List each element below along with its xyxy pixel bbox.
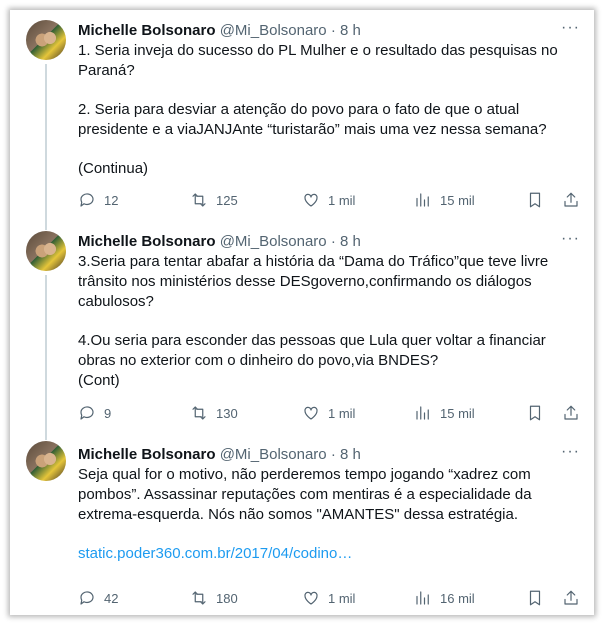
reply-icon	[80, 193, 94, 207]
bookmark-icon	[529, 192, 541, 208]
thread-line	[45, 435, 47, 440]
tweet-text: 1. Seria inveja do sucesso do PL Mulher …	[78, 41, 578, 179]
tweet-paragraph: 4.Ou seria para esconder das pessoas que…	[78, 332, 546, 369]
tweet-thread: Michelle Bolsonaro @Mi_Bolsonaro · 8 h ·…	[10, 10, 594, 615]
tweet-paragraph: 1. Seria inveja do sucesso do PL Mulher …	[78, 42, 558, 79]
retweet-count: 180	[216, 590, 238, 606]
author-handle[interactable]: @Mi_Bolsonaro	[220, 22, 327, 39]
share-button[interactable]	[562, 402, 580, 424]
retweet-button[interactable]: 130	[190, 402, 238, 424]
bookmark-button[interactable]	[526, 402, 544, 424]
separator: ·	[326, 22, 340, 39]
tweet-link[interactable]: static.poder360.com.br/2017/04/codino…	[78, 544, 578, 564]
tweet-header: Michelle Bolsonaro @Mi_Bolsonaro · 8 h	[78, 21, 361, 41]
tweet-paragraph: 2. Seria para desviar a atenção do povo …	[78, 101, 547, 138]
separator: ·	[326, 446, 340, 463]
tweet-header: Michelle Bolsonaro @Mi_Bolsonaro · 8 h	[78, 232, 361, 252]
views-button[interactable]: 16 mil	[414, 587, 475, 609]
timestamp[interactable]: 8 h	[340, 446, 361, 463]
tweet-paragraph: 3.Seria para tentar abafar a história da…	[78, 253, 549, 310]
retweet-count: 130	[216, 405, 238, 421]
timestamp[interactable]: 8 h	[340, 233, 361, 250]
more-options-icon[interactable]: ···	[561, 443, 580, 461]
reply-count: 9	[104, 405, 112, 421]
tweet[interactable]: Michelle Bolsonaro @Mi_Bolsonaro · 8 h ·…	[10, 225, 594, 435]
timestamp[interactable]: 8 h	[340, 22, 361, 39]
heart-icon	[304, 406, 318, 420]
more-options-icon[interactable]: ···	[561, 230, 580, 248]
avatar[interactable]	[26, 441, 66, 481]
more-options-icon[interactable]: ···	[561, 19, 580, 37]
reply-icon	[80, 591, 94, 605]
tweet-paragraph: (Cont)	[78, 372, 120, 389]
author-name[interactable]: Michelle Bolsonaro	[78, 233, 216, 250]
reply-button[interactable]: 12	[78, 189, 118, 211]
retweet-button[interactable]: 180	[190, 587, 238, 609]
view-count: 15 mil	[440, 192, 475, 208]
tweet-paragraph: Seja qual for o motivo, não perderemos t…	[78, 466, 532, 523]
retweet-count: 125	[216, 192, 238, 208]
bookmark-button[interactable]	[526, 189, 544, 211]
reply-button[interactable]: 42	[78, 587, 118, 609]
thread-line	[45, 225, 47, 230]
like-count: 1 mil	[328, 192, 356, 208]
bookmark-button[interactable]	[526, 587, 544, 609]
retweet-icon	[192, 406, 206, 420]
reply-button[interactable]: 9	[78, 402, 111, 424]
avatar[interactable]	[26, 20, 66, 60]
tweet[interactable]: Michelle Bolsonaro @Mi_Bolsonaro · 8 h ·…	[10, 10, 594, 225]
views-button[interactable]: 15 mil	[414, 402, 475, 424]
tweet-header: Michelle Bolsonaro @Mi_Bolsonaro · 8 h	[78, 445, 361, 465]
tweet-text: Seja qual for o motivo, não perderemos t…	[78, 465, 578, 564]
heart-icon	[304, 591, 318, 605]
views-button[interactable]: 15 mil	[414, 189, 475, 211]
share-button[interactable]	[562, 189, 580, 211]
author-handle[interactable]: @Mi_Bolsonaro	[220, 446, 327, 463]
thread-line	[45, 275, 47, 435]
like-button[interactable]: 1 mil	[302, 587, 355, 609]
like-count: 1 mil	[328, 590, 356, 606]
like-button[interactable]: 1 mil	[302, 189, 355, 211]
retweet-icon	[192, 591, 206, 605]
view-count: 16 mil	[440, 590, 475, 606]
like-button[interactable]: 1 mil	[302, 402, 355, 424]
author-handle[interactable]: @Mi_Bolsonaro	[220, 233, 327, 250]
like-count: 1 mil	[328, 405, 356, 421]
author-name[interactable]: Michelle Bolsonaro	[78, 22, 216, 39]
tweet-paragraph: (Continua)	[78, 160, 149, 177]
share-icon	[564, 590, 578, 605]
thread-line	[45, 64, 47, 225]
view-count: 15 mil	[440, 405, 475, 421]
tweet-actions: 12 125 1 mil 15 mil	[78, 189, 578, 211]
tweet-actions: 42 180 1 mil 16 mil	[78, 587, 578, 609]
reply-count: 42	[104, 590, 119, 606]
avatar[interactable]	[26, 231, 66, 271]
views-icon	[416, 406, 429, 420]
reply-icon	[80, 406, 94, 420]
tweet-actions: 9 130 1 mil 15 mil	[78, 402, 578, 424]
retweet-button[interactable]: 125	[190, 189, 238, 211]
tweet[interactable]: Michelle Bolsonaro @Mi_Bolsonaro · 8 h ·…	[10, 435, 594, 615]
bookmark-icon	[529, 405, 541, 421]
share-icon	[564, 192, 578, 207]
reply-count: 12	[104, 192, 119, 208]
tweet-text: 3.Seria para tentar abafar a história da…	[78, 252, 578, 391]
separator: ·	[326, 233, 340, 250]
share-button[interactable]	[562, 587, 580, 609]
views-icon	[416, 591, 429, 605]
heart-icon	[304, 193, 318, 207]
bookmark-icon	[529, 590, 541, 606]
author-name[interactable]: Michelle Bolsonaro	[78, 446, 216, 463]
retweet-icon	[192, 193, 206, 207]
share-icon	[564, 405, 578, 420]
views-icon	[416, 193, 429, 207]
